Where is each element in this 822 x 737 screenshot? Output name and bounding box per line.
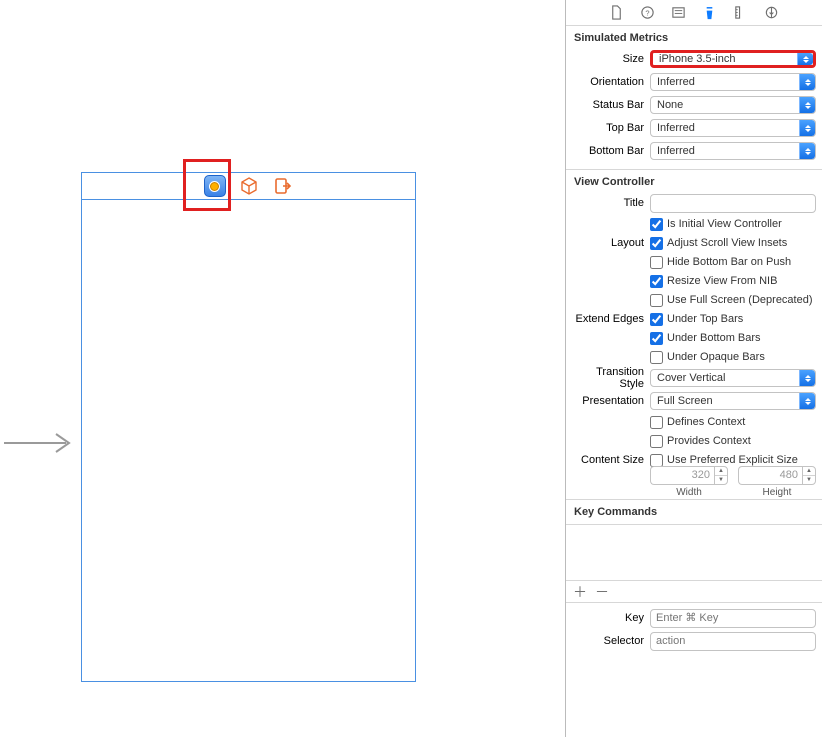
orientation-combo[interactable]: Inferred — [650, 73, 816, 91]
tab-file-icon[interactable] — [608, 4, 626, 22]
bottombar-combo[interactable]: Inferred — [650, 142, 816, 160]
svg-text:?: ? — [645, 8, 649, 17]
width-value[interactable]: 320 — [650, 466, 714, 485]
presentation-label: Presentation — [572, 395, 650, 407]
statusbar-combo[interactable]: None — [650, 96, 816, 114]
section-key-commands-fields: Key Selector — [566, 603, 822, 659]
statusbar-value: None — [657, 99, 683, 111]
under-bottom-label: Under Bottom Bars — [667, 332, 761, 344]
inspector-tab-bar: ? — [566, 0, 822, 26]
transition-combo[interactable]: Cover Vertical — [650, 369, 816, 387]
presentation-value: Full Screen — [657, 395, 713, 407]
scene-device-frame[interactable] — [81, 172, 416, 682]
remove-button[interactable]: － — [594, 582, 610, 602]
section-view-controller: View Controller Title Is Initial View Co… — [566, 170, 822, 500]
view-controller-heading: View Controller — [572, 173, 816, 191]
segue-arrow — [4, 432, 76, 454]
selector-field — [650, 632, 816, 651]
bottombar-value: Inferred — [657, 145, 695, 157]
key-field — [650, 609, 816, 628]
chevron-updown-icon — [799, 370, 815, 386]
section-key-commands-header: Key Commands — [566, 500, 822, 525]
orientation-value: Inferred — [657, 76, 695, 88]
use-full-label: Use Full Screen (Deprecated) — [667, 294, 813, 306]
provides-context-checkbox[interactable] — [650, 435, 663, 448]
under-top-label: Under Top Bars — [667, 313, 743, 325]
size-combo[interactable]: iPhone 3.5-inch — [650, 50, 816, 68]
extend-edges-label: Extend Edges — [572, 313, 650, 325]
title-field[interactable] — [650, 194, 816, 213]
resize-nib-label: Resize View From NIB — [667, 275, 777, 287]
tab-identity-icon[interactable] — [670, 4, 688, 22]
simulated-metrics-heading: Simulated Metrics — [572, 29, 816, 47]
chevron-updown-icon — [799, 393, 815, 409]
presentation-combo[interactable]: Full Screen — [650, 392, 816, 410]
is-initial-checkbox[interactable] — [650, 218, 663, 231]
size-label: Size — [572, 53, 650, 65]
width-sublabel: Width — [650, 487, 728, 498]
tab-ruler-icon[interactable] — [732, 4, 750, 22]
height-stepper[interactable]: ▲▼ — [802, 466, 816, 485]
layout-label: Layout — [572, 237, 650, 249]
defines-context-checkbox[interactable] — [650, 416, 663, 429]
use-full-checkbox[interactable] — [650, 294, 663, 307]
height-value[interactable]: 480 — [738, 466, 802, 485]
tab-attributes-icon[interactable] — [701, 4, 719, 22]
bottombar-label: Bottom Bar — [572, 145, 650, 157]
key-commands-toolbar: ＋ － — [566, 581, 822, 603]
topbar-label: Top Bar — [572, 122, 650, 134]
section-simulated-metrics: Simulated Metrics Size iPhone 3.5-inch O… — [566, 26, 822, 170]
add-button[interactable]: ＋ — [572, 582, 588, 602]
size-value: iPhone 3.5-inch — [659, 53, 735, 65]
first-responder-cube-icon[interactable] — [238, 175, 260, 197]
height-sublabel: Height — [738, 487, 816, 498]
hide-bottom-label: Hide Bottom Bar on Push — [667, 256, 791, 268]
key-commands-list[interactable] — [566, 525, 822, 581]
transition-value: Cover Vertical — [657, 372, 725, 384]
key-commands-heading: Key Commands — [572, 503, 816, 521]
chevron-updown-icon — [799, 97, 815, 113]
canvas-area[interactable] — [0, 0, 565, 737]
chevron-updown-icon — [797, 53, 813, 65]
is-initial-label: Is Initial View Controller — [667, 218, 782, 230]
chevron-updown-icon — [799, 74, 815, 90]
topbar-value: Inferred — [657, 122, 695, 134]
defines-context-label: Defines Context — [667, 416, 745, 428]
tab-connections-icon[interactable] — [763, 4, 781, 22]
provides-context-label: Provides Context — [667, 435, 751, 447]
key-label: Key — [572, 612, 650, 624]
under-opaque-checkbox[interactable] — [650, 351, 663, 364]
statusbar-label: Status Bar — [572, 99, 650, 111]
transition-label: Transition Style — [572, 366, 650, 390]
chevron-updown-icon — [799, 143, 815, 159]
scene-dock — [82, 173, 415, 200]
adjust-scroll-label: Adjust Scroll View Insets — [667, 237, 787, 249]
tab-help-icon[interactable]: ? — [639, 4, 657, 22]
chevron-updown-icon — [799, 120, 815, 136]
inspector-panel: ? Simulated Metrics Size iPhone 3.5-inch — [565, 0, 822, 737]
orientation-label: Orientation — [572, 76, 650, 88]
exit-icon[interactable] — [272, 175, 294, 197]
topbar-combo[interactable]: Inferred — [650, 119, 816, 137]
adjust-scroll-checkbox[interactable] — [650, 237, 663, 250]
title-label: Title — [572, 197, 650, 209]
highlight-view-controller-icon — [183, 159, 231, 211]
hide-bottom-checkbox[interactable] — [650, 256, 663, 269]
resize-nib-checkbox[interactable] — [650, 275, 663, 288]
width-stepper[interactable]: ▲▼ — [714, 466, 728, 485]
under-top-checkbox[interactable] — [650, 313, 663, 326]
content-size-label: Content Size — [572, 454, 650, 466]
selector-label: Selector — [572, 635, 650, 647]
under-bottom-checkbox[interactable] — [650, 332, 663, 345]
under-opaque-label: Under Opaque Bars — [667, 351, 765, 363]
